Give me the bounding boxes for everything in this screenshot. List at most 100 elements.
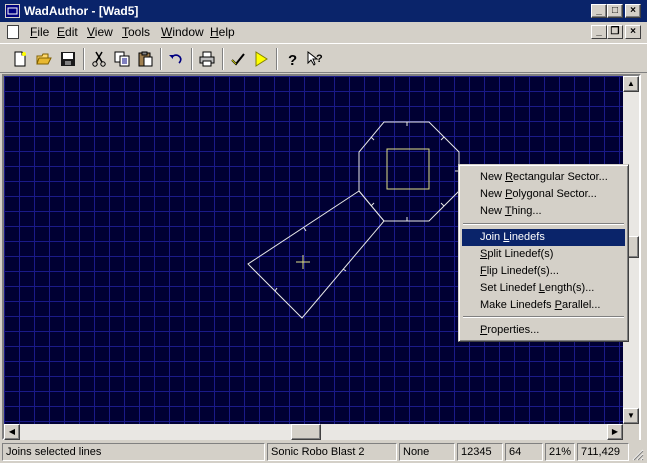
- menu-label-rest: dit: [65, 25, 78, 39]
- context-menu-item[interactable]: New Polygonal Sector...: [462, 186, 625, 203]
- context-menu-label-post: roperties...: [487, 324, 540, 336]
- menu-view[interactable]: View: [87, 25, 113, 39]
- context-menu-separator: [463, 316, 624, 318]
- status-game: Sonic Robo Blast 2: [267, 443, 397, 461]
- menu-tools[interactable]: Tools: [122, 25, 150, 39]
- menu-label-rest: elp: [218, 25, 235, 39]
- context-help-button[interactable]: ?: [304, 48, 326, 70]
- mdi-restore-button[interactable]: ❐: [607, 25, 623, 39]
- copy-icon: [114, 51, 130, 67]
- context-menu-label-pre: Join: [480, 231, 504, 243]
- context-menu-label-post: hing...: [511, 205, 542, 217]
- print-icon: [199, 51, 215, 67]
- menu-accelerator: E: [57, 25, 66, 39]
- context-menu-label-pre: New: [480, 171, 506, 183]
- arrow-left-icon: ◀: [8, 427, 16, 436]
- context-help-icon: ?: [307, 51, 323, 66]
- size-grip-icon[interactable]: [630, 447, 644, 461]
- paste-button[interactable]: [134, 48, 156, 70]
- horizontal-scroll-thumb[interactable]: [291, 424, 321, 440]
- context-menu: New Rectangular Sector... New Polygonal S…: [458, 164, 629, 342]
- scroll-down-button[interactable]: ▼: [623, 408, 639, 424]
- maximize-button[interactable]: □: [607, 4, 623, 18]
- context-menu-label-accel: F: [480, 265, 487, 277]
- context-menu-label-post: olygonal Sector...: [512, 188, 597, 200]
- context-menu-separator: [463, 223, 624, 225]
- copy-button[interactable]: [111, 48, 133, 70]
- status-bar: Joins selected lines Sonic Robo Blast 2 …: [0, 441, 647, 463]
- save-button[interactable]: [57, 48, 79, 70]
- menu-accelerator: W: [161, 25, 173, 39]
- context-menu-label-post: ectangular Sector...: [513, 171, 608, 183]
- context-menu-item[interactable]: Set Linedef Length(s)...: [462, 280, 625, 297]
- scroll-right-button[interactable]: ▶: [607, 424, 623, 440]
- help-button[interactable]: ?: [281, 48, 303, 70]
- context-menu-label-post: plit Linedef(s): [487, 248, 554, 260]
- menu-help[interactable]: Help: [210, 25, 235, 39]
- run-button[interactable]: [250, 48, 272, 70]
- context-menu-label-post: ength(s)...: [544, 282, 595, 294]
- mdi-close-button[interactable]: ×: [625, 25, 641, 39]
- menu-bar: File Edit View Tools Window Help: [0, 22, 647, 42]
- undo-button[interactable]: [165, 48, 187, 70]
- check-icon: [231, 53, 245, 66]
- status-message: Joins selected lines: [2, 443, 265, 461]
- toolbar-separator: [160, 48, 162, 70]
- status-mode: None: [399, 443, 455, 461]
- scroll-left-button[interactable]: ◀: [4, 424, 20, 440]
- title-bar: WadAuthor - [Wad5] _ □ ×: [0, 0, 647, 22]
- menu-file[interactable]: File: [30, 25, 49, 39]
- menu-accelerator: V: [87, 25, 95, 39]
- context-menu-label-accel: R: [505, 171, 514, 183]
- scroll-up-button[interactable]: ▲: [623, 76, 639, 92]
- open-button[interactable]: [33, 48, 55, 70]
- cut-button[interactable]: [88, 48, 110, 70]
- print-button[interactable]: [196, 48, 218, 70]
- status-zoom: 21%: [545, 443, 575, 461]
- thing-marker[interactable]: [296, 255, 310, 269]
- minimize-button[interactable]: _: [591, 4, 607, 18]
- menu-window[interactable]: Window: [161, 25, 204, 39]
- quad-sector[interactable]: [247, 190, 385, 319]
- menu-edit[interactable]: Edit: [57, 25, 78, 39]
- menu-accelerator: H: [210, 25, 219, 39]
- context-menu-item[interactable]: Flip Linedef(s)...: [462, 263, 625, 280]
- arrow-down-icon: ▼: [627, 411, 635, 420]
- context-menu-label-accel: T: [504, 205, 512, 217]
- run-icon: [255, 51, 268, 67]
- svg-text:?: ?: [288, 52, 297, 67]
- help-icon: ?: [288, 52, 297, 67]
- status-value1: 12345: [457, 443, 503, 461]
- octagon-sector[interactable]: [358, 121, 460, 222]
- toolbar-separator: [191, 48, 193, 70]
- toolbar-separator: [222, 48, 224, 70]
- context-menu-item[interactable]: New Rectangular Sector...: [462, 169, 625, 186]
- status-value2: 64: [505, 443, 543, 461]
- close-button[interactable]: ×: [625, 4, 641, 18]
- context-menu-label-post: inedefs: [509, 231, 545, 243]
- cut-icon: [92, 51, 106, 67]
- horizontal-scrollbar[interactable]: ◀ ▶: [4, 424, 623, 440]
- new-button[interactable]: [9, 48, 31, 70]
- context-menu-item[interactable]: Properties...: [462, 322, 625, 339]
- undo-icon: [169, 54, 182, 64]
- context-menu-label-post: lip Linedef(s)...: [486, 265, 559, 277]
- svg-text:?: ?: [316, 53, 323, 65]
- arrow-up-icon: ▲: [627, 79, 635, 88]
- document-icon[interactable]: [7, 25, 19, 39]
- mdi-minimize-button[interactable]: _: [591, 25, 607, 39]
- context-menu-item[interactable]: New Thing...: [462, 203, 625, 220]
- toolbar-separator: [276, 48, 278, 70]
- menu-label-rest: iew: [94, 25, 113, 39]
- context-menu-item[interactable]: Join Linedefs: [462, 229, 625, 246]
- open-icon: [36, 53, 52, 65]
- menu-label-rest: ools: [128, 25, 151, 39]
- context-menu-item[interactable]: Split Linedef(s): [462, 246, 625, 263]
- new-icon: [14, 51, 26, 67]
- context-menu-label-accel: P: [554, 299, 562, 311]
- toolbar-separator: [83, 48, 85, 70]
- check-button[interactable]: [227, 48, 249, 70]
- context-menu-label-pre: New: [480, 205, 505, 217]
- inner-square-sector[interactable]: [386, 148, 430, 190]
- context-menu-item[interactable]: Make Linedefs Parallel...: [462, 297, 625, 314]
